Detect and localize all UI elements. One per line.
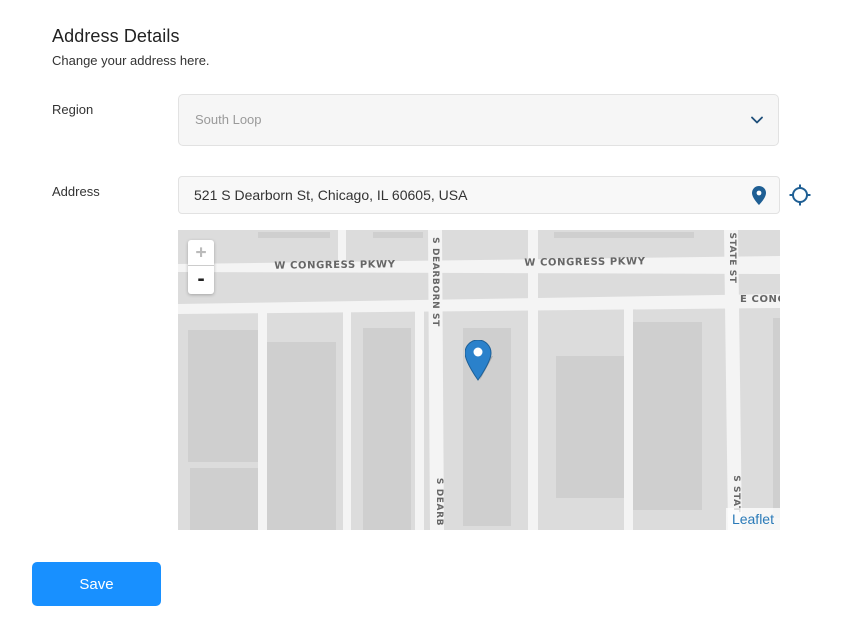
map-attribution-link[interactable]: Leaflet — [725, 508, 780, 530]
page-subtitle: Change your address here. — [52, 53, 210, 68]
region-selected-value: South Loop — [195, 112, 262, 127]
zoom-in-button[interactable]: + — [188, 240, 214, 266]
location-marker-icon[interactable] — [465, 340, 493, 382]
save-button[interactable]: Save — [32, 562, 161, 606]
street-label-state-top: STATE ST — [727, 232, 737, 283]
region-label: Region — [52, 102, 94, 117]
region-select[interactable]: South Loop — [178, 94, 779, 146]
zoom-control: + - — [188, 240, 214, 294]
street-label-dearborn-bottom: S DEARB — [434, 478, 444, 526]
street-label-congress-right: W CONGRESS PKWY — [524, 256, 646, 268]
street-label-congress-left: W CONGRESS PKWY — [274, 259, 396, 271]
chevron-down-icon — [751, 116, 763, 124]
address-field-wrapper — [178, 176, 780, 214]
map-pin-icon — [752, 186, 766, 205]
address-input[interactable] — [179, 177, 739, 213]
street-label-dearborn-top: S DEARBORN ST — [430, 237, 440, 327]
address-label: Address — [52, 184, 100, 199]
map-view[interactable]: W CONGRESS PKWY W CONGRESS PKWY E CONG S… — [178, 230, 780, 530]
street-label-congress-east: E CONG — [740, 294, 780, 305]
page-title: Address Details — [52, 26, 180, 46]
locate-me-icon[interactable] — [789, 184, 811, 206]
zoom-out-button[interactable]: - — [188, 267, 214, 293]
